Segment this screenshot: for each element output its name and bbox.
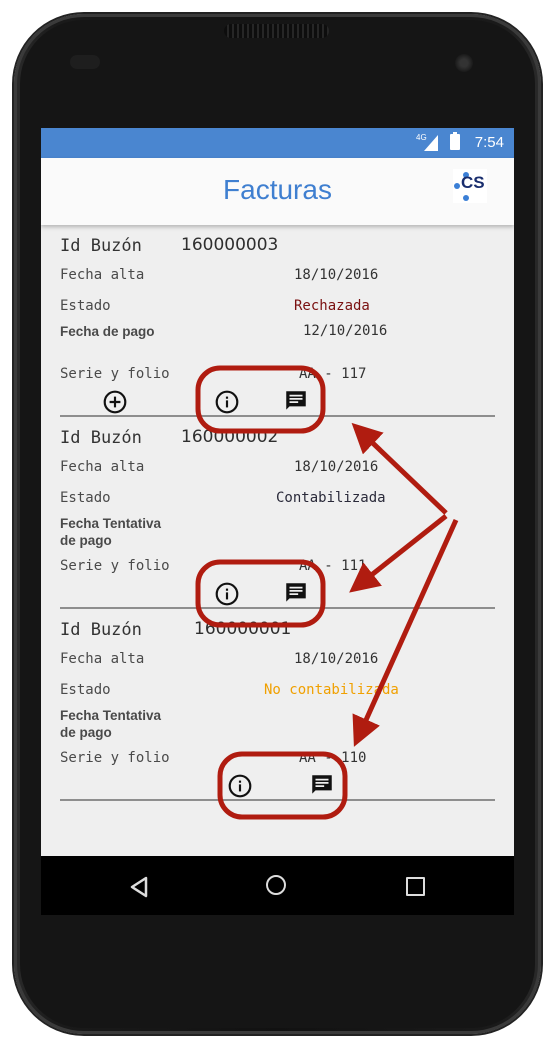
serie-folio-value: AA - 110 — [299, 750, 367, 766]
logo-dot — [454, 183, 460, 189]
recent-apps-icon[interactable] — [406, 877, 425, 896]
card-divider — [60, 799, 495, 801]
fecha-alta-label: Fecha alta — [60, 459, 145, 475]
serie-folio-label: Serie y folio — [60, 558, 170, 574]
page-title: Facturas — [223, 174, 332, 205]
serie-folio-value: AA - 117 — [299, 366, 367, 382]
add-circle-icon[interactable] — [102, 389, 128, 415]
estado-label: Estado — [60, 682, 111, 698]
back-icon[interactable] — [129, 876, 149, 898]
logo-text: CS — [461, 173, 485, 192]
signal-icon — [424, 135, 438, 151]
proximity-sensor — [70, 55, 100, 69]
serie-folio-label: Serie y folio — [60, 750, 170, 766]
app-bar: Facturas CS — [41, 158, 514, 225]
fecha-alta-value: 18/10/2016 — [294, 267, 379, 283]
info-icon[interactable] — [214, 581, 240, 607]
fecha-pago-label: Fecha de pago — [60, 324, 155, 339]
status-time: 7:54 — [474, 134, 504, 151]
status-bar: 4G 7:54 — [41, 128, 514, 158]
comment-icon[interactable] — [309, 772, 335, 798]
fecha-alta-value: 18/10/2016 — [294, 651, 379, 667]
serie-folio-label: Serie y folio — [60, 366, 170, 382]
info-icon[interactable] — [214, 389, 240, 415]
info-icon[interactable] — [227, 773, 253, 799]
id-value: 160000001 — [194, 619, 292, 639]
serie-folio-value: AA - 111 — [299, 558, 367, 574]
app-screen: 4G 7:54 Facturas CS Id Buzón 160000003 F… — [41, 128, 514, 915]
fecha-pago-label: Fecha Tentativa de pago — [60, 516, 162, 548]
speaker-grille — [224, 24, 329, 38]
card-divider — [60, 607, 495, 609]
fecha-alta-label: Fecha alta — [60, 651, 145, 667]
estado-label: Estado — [60, 298, 111, 314]
battery-icon — [450, 132, 460, 150]
front-camera — [455, 54, 473, 72]
cs-logo[interactable]: CS — [453, 169, 487, 203]
comment-icon[interactable] — [283, 580, 309, 606]
id-label: Id Buzón — [60, 428, 142, 448]
comment-icon[interactable] — [283, 388, 309, 414]
fecha-alta-value: 18/10/2016 — [294, 459, 379, 475]
estado-label: Estado — [60, 490, 111, 506]
home-icon[interactable] — [266, 875, 286, 895]
id-value: 160000002 — [181, 427, 279, 447]
id-label: Id Buzón — [60, 236, 142, 256]
logo-dot — [463, 195, 469, 201]
estado-value: Contabilizada — [276, 490, 386, 506]
estado-value: No contabilizada — [264, 682, 399, 698]
nav-bar — [41, 856, 514, 915]
id-label: Id Buzón — [60, 620, 142, 640]
fecha-alta-label: Fecha alta — [60, 267, 145, 283]
fecha-pago-label: Fecha Tentativa de pago — [60, 708, 162, 740]
estado-value: Rechazada — [294, 298, 370, 314]
card-divider — [60, 415, 495, 417]
id-value: 160000003 — [181, 235, 279, 255]
fecha-pago-value: 12/10/2016 — [303, 323, 388, 339]
